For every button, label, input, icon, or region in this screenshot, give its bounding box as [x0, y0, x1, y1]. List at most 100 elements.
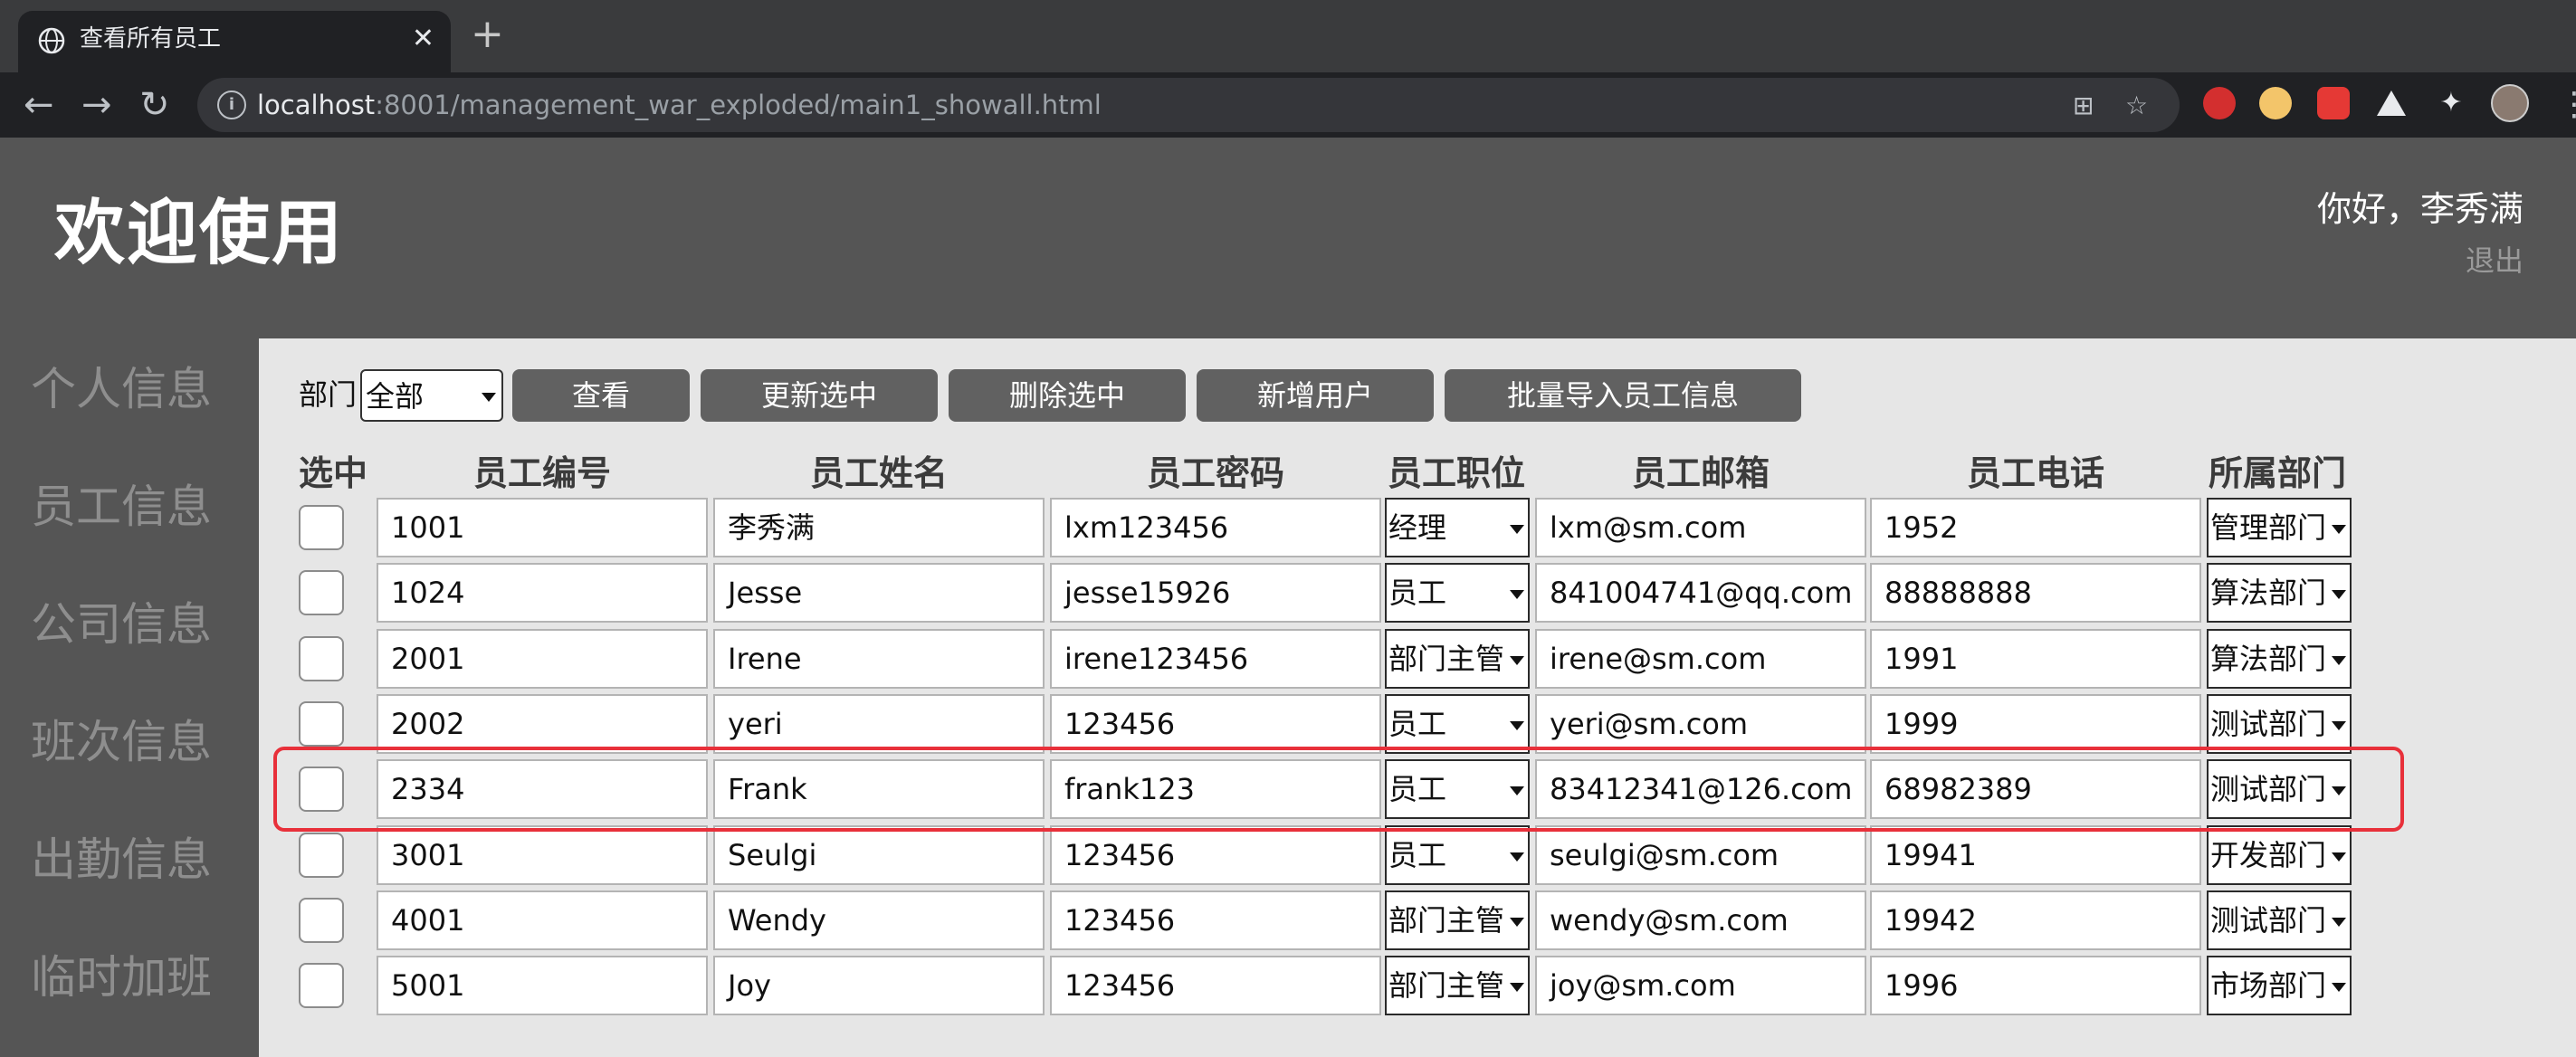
- cell-email[interactable]: joy@sm.com: [1535, 956, 1866, 1015]
- cell-password[interactable]: frank123: [1050, 759, 1381, 819]
- close-tab-icon[interactable]: ✕: [412, 22, 434, 56]
- cell-dept-select[interactable]: 测试部门: [2207, 694, 2352, 754]
- cell-position-select[interactable]: 部门主管: [1385, 956, 1530, 1015]
- cell-email[interactable]: irene@sm.com: [1535, 629, 1866, 689]
- cell-email[interactable]: wendy@sm.com: [1535, 890, 1866, 950]
- view-button[interactable]: 查看: [512, 369, 690, 422]
- cell-position-select[interactable]: 员工: [1385, 563, 1530, 623]
- cell-id[interactable]: 1001: [377, 498, 708, 557]
- cell-email[interactable]: yeri@sm.com: [1535, 694, 1866, 754]
- puzzle-extensions-icon[interactable]: ✦: [2435, 87, 2467, 119]
- logout-link[interactable]: 退出: [2466, 243, 2524, 279]
- cell-name[interactable]: Jesse: [713, 563, 1045, 623]
- cell-position-select[interactable]: 经理: [1385, 498, 1530, 557]
- cell-dept-select[interactable]: 测试部门: [2207, 890, 2352, 950]
- row-checkbox[interactable]: [299, 963, 344, 1008]
- cell-position-select[interactable]: 部门主管: [1385, 890, 1530, 950]
- sidebar-item-attendance-info[interactable]: 出勤信息: [31, 831, 212, 889]
- cell-phone[interactable]: 1952: [1870, 498, 2201, 557]
- row-checkbox[interactable]: [299, 898, 344, 943]
- cell-dept-select-text: 测试部门: [2210, 707, 2327, 741]
- dept-filter-select[interactable]: 全部: [360, 369, 503, 422]
- cell-dept-select[interactable]: 算法部门: [2207, 563, 2352, 623]
- cell-phone[interactable]: 1999: [1870, 694, 2201, 754]
- url-text: localhost:8001/management_war_exploded/m…: [257, 90, 1102, 120]
- row-checkbox[interactable]: [299, 570, 344, 615]
- cell-password[interactable]: 123456: [1050, 956, 1381, 1015]
- cell-position-select[interactable]: 员工: [1385, 759, 1530, 819]
- cell-password[interactable]: 123456: [1050, 890, 1381, 950]
- back-icon[interactable]: ←: [24, 83, 54, 127]
- new-tab-icon[interactable]: +: [471, 13, 504, 56]
- cell-phone[interactable]: 68982389: [1870, 759, 2201, 819]
- browser-tab[interactable]: 查看所有员工 ✕: [18, 11, 451, 72]
- cell-name[interactable]: 李秀满: [713, 498, 1045, 557]
- row-checkbox[interactable]: [299, 701, 344, 747]
- cell-name[interactable]: Irene: [713, 629, 1045, 689]
- cell-phone[interactable]: 19942: [1870, 890, 2201, 950]
- cell-phone[interactable]: 88888888: [1870, 563, 2201, 623]
- sidebar-item-company-info[interactable]: 公司信息: [31, 595, 212, 653]
- cell-id[interactable]: 3001: [377, 825, 708, 885]
- cell-email[interactable]: lxm@sm.com: [1535, 498, 1866, 557]
- site-info-icon[interactable]: i: [217, 90, 246, 119]
- tab-title: 查看所有员工: [80, 25, 222, 52]
- cell-id[interactable]: 2002: [377, 694, 708, 754]
- cell-name[interactable]: Joy: [713, 956, 1045, 1015]
- cell-position-select[interactable]: 部门主管: [1385, 629, 1530, 689]
- cell-name[interactable]: yeri: [713, 694, 1045, 754]
- row-checkbox[interactable]: [299, 767, 344, 812]
- reload-icon[interactable]: ↻: [139, 83, 170, 127]
- delete-selected-button[interactable]: 删除选中: [949, 369, 1186, 422]
- cell-password[interactable]: 123456: [1050, 694, 1381, 754]
- drive-extension-icon[interactable]: [2375, 87, 2408, 119]
- cell-email[interactable]: seulgi@sm.com: [1535, 825, 1866, 885]
- cell-id[interactable]: 1024: [377, 563, 708, 623]
- row-checkbox[interactable]: [299, 833, 344, 878]
- cell-phone[interactable]: 19941: [1870, 825, 2201, 885]
- cell-password[interactable]: 123456: [1050, 825, 1381, 885]
- cell-email[interactable]: 841004741@qq.com: [1535, 563, 1866, 623]
- cell-id[interactable]: 2334: [377, 759, 708, 819]
- cell-name[interactable]: Frank: [713, 759, 1045, 819]
- cell-position-select[interactable]: 员工: [1385, 694, 1530, 754]
- batch-import-button[interactable]: 批量导入员工信息: [1445, 369, 1801, 422]
- cell-password[interactable]: jesse15926: [1050, 563, 1381, 623]
- cell-position-select[interactable]: 员工: [1385, 825, 1530, 885]
- cell-phone[interactable]: 1991: [1870, 629, 2201, 689]
- add-user-button[interactable]: 新增用户: [1197, 369, 1434, 422]
- cell-password[interactable]: irene123456: [1050, 629, 1381, 689]
- row-checkbox[interactable]: [299, 505, 344, 550]
- cell-id[interactable]: 4001: [377, 890, 708, 950]
- cell-password[interactable]: lxm123456: [1050, 498, 1381, 557]
- cell-email[interactable]: 83412341@126.com: [1535, 759, 1866, 819]
- video-extension-icon[interactable]: [2317, 87, 2350, 119]
- sidebar-item-shift-info[interactable]: 班次信息: [31, 713, 212, 771]
- forward-icon[interactable]: →: [81, 83, 112, 127]
- translate-icon[interactable]: ⊞: [2073, 92, 2094, 119]
- sidebar-item-overtime[interactable]: 临时加班: [31, 948, 212, 1006]
- cell-dept-select[interactable]: 测试部门: [2207, 759, 2352, 819]
- update-selected-button[interactable]: 更新选中: [701, 369, 938, 422]
- cell-name[interactable]: Seulgi: [713, 825, 1045, 885]
- cell-dept-select[interactable]: 开发部门: [2207, 825, 2352, 885]
- cell-id[interactable]: 2001: [377, 629, 708, 689]
- row-checkbox[interactable]: [299, 636, 344, 681]
- address-bar[interactable]: i localhost:8001/management_war_exploded…: [197, 78, 2180, 132]
- cell-id[interactable]: 5001: [377, 956, 708, 1015]
- cell-dept-select[interactable]: 管理部门: [2207, 498, 2352, 557]
- cell-dept-select-text: 开发部门: [2210, 838, 2327, 872]
- cell-dept-select[interactable]: 市场部门: [2207, 956, 2352, 1015]
- profile-avatar[interactable]: [2491, 84, 2529, 122]
- adblock-extension-icon[interactable]: [2203, 87, 2236, 119]
- cell-dept-select[interactable]: 算法部门: [2207, 629, 2352, 689]
- cell-email-text: 841004741@qq.com: [1550, 576, 1853, 610]
- sidebar-item-personal-info[interactable]: 个人信息: [31, 360, 212, 418]
- bookmark-star-icon[interactable]: ☆: [2125, 92, 2148, 119]
- extension-icon[interactable]: [2259, 87, 2292, 119]
- menu-more-icon[interactable]: ⋮: [2558, 83, 2576, 127]
- cell-name[interactable]: Wendy: [713, 890, 1045, 950]
- cell-password-text: lxm123456: [1064, 510, 1229, 545]
- sidebar-item-employee-info[interactable]: 员工信息: [31, 478, 212, 536]
- cell-phone[interactable]: 1996: [1870, 956, 2201, 1015]
